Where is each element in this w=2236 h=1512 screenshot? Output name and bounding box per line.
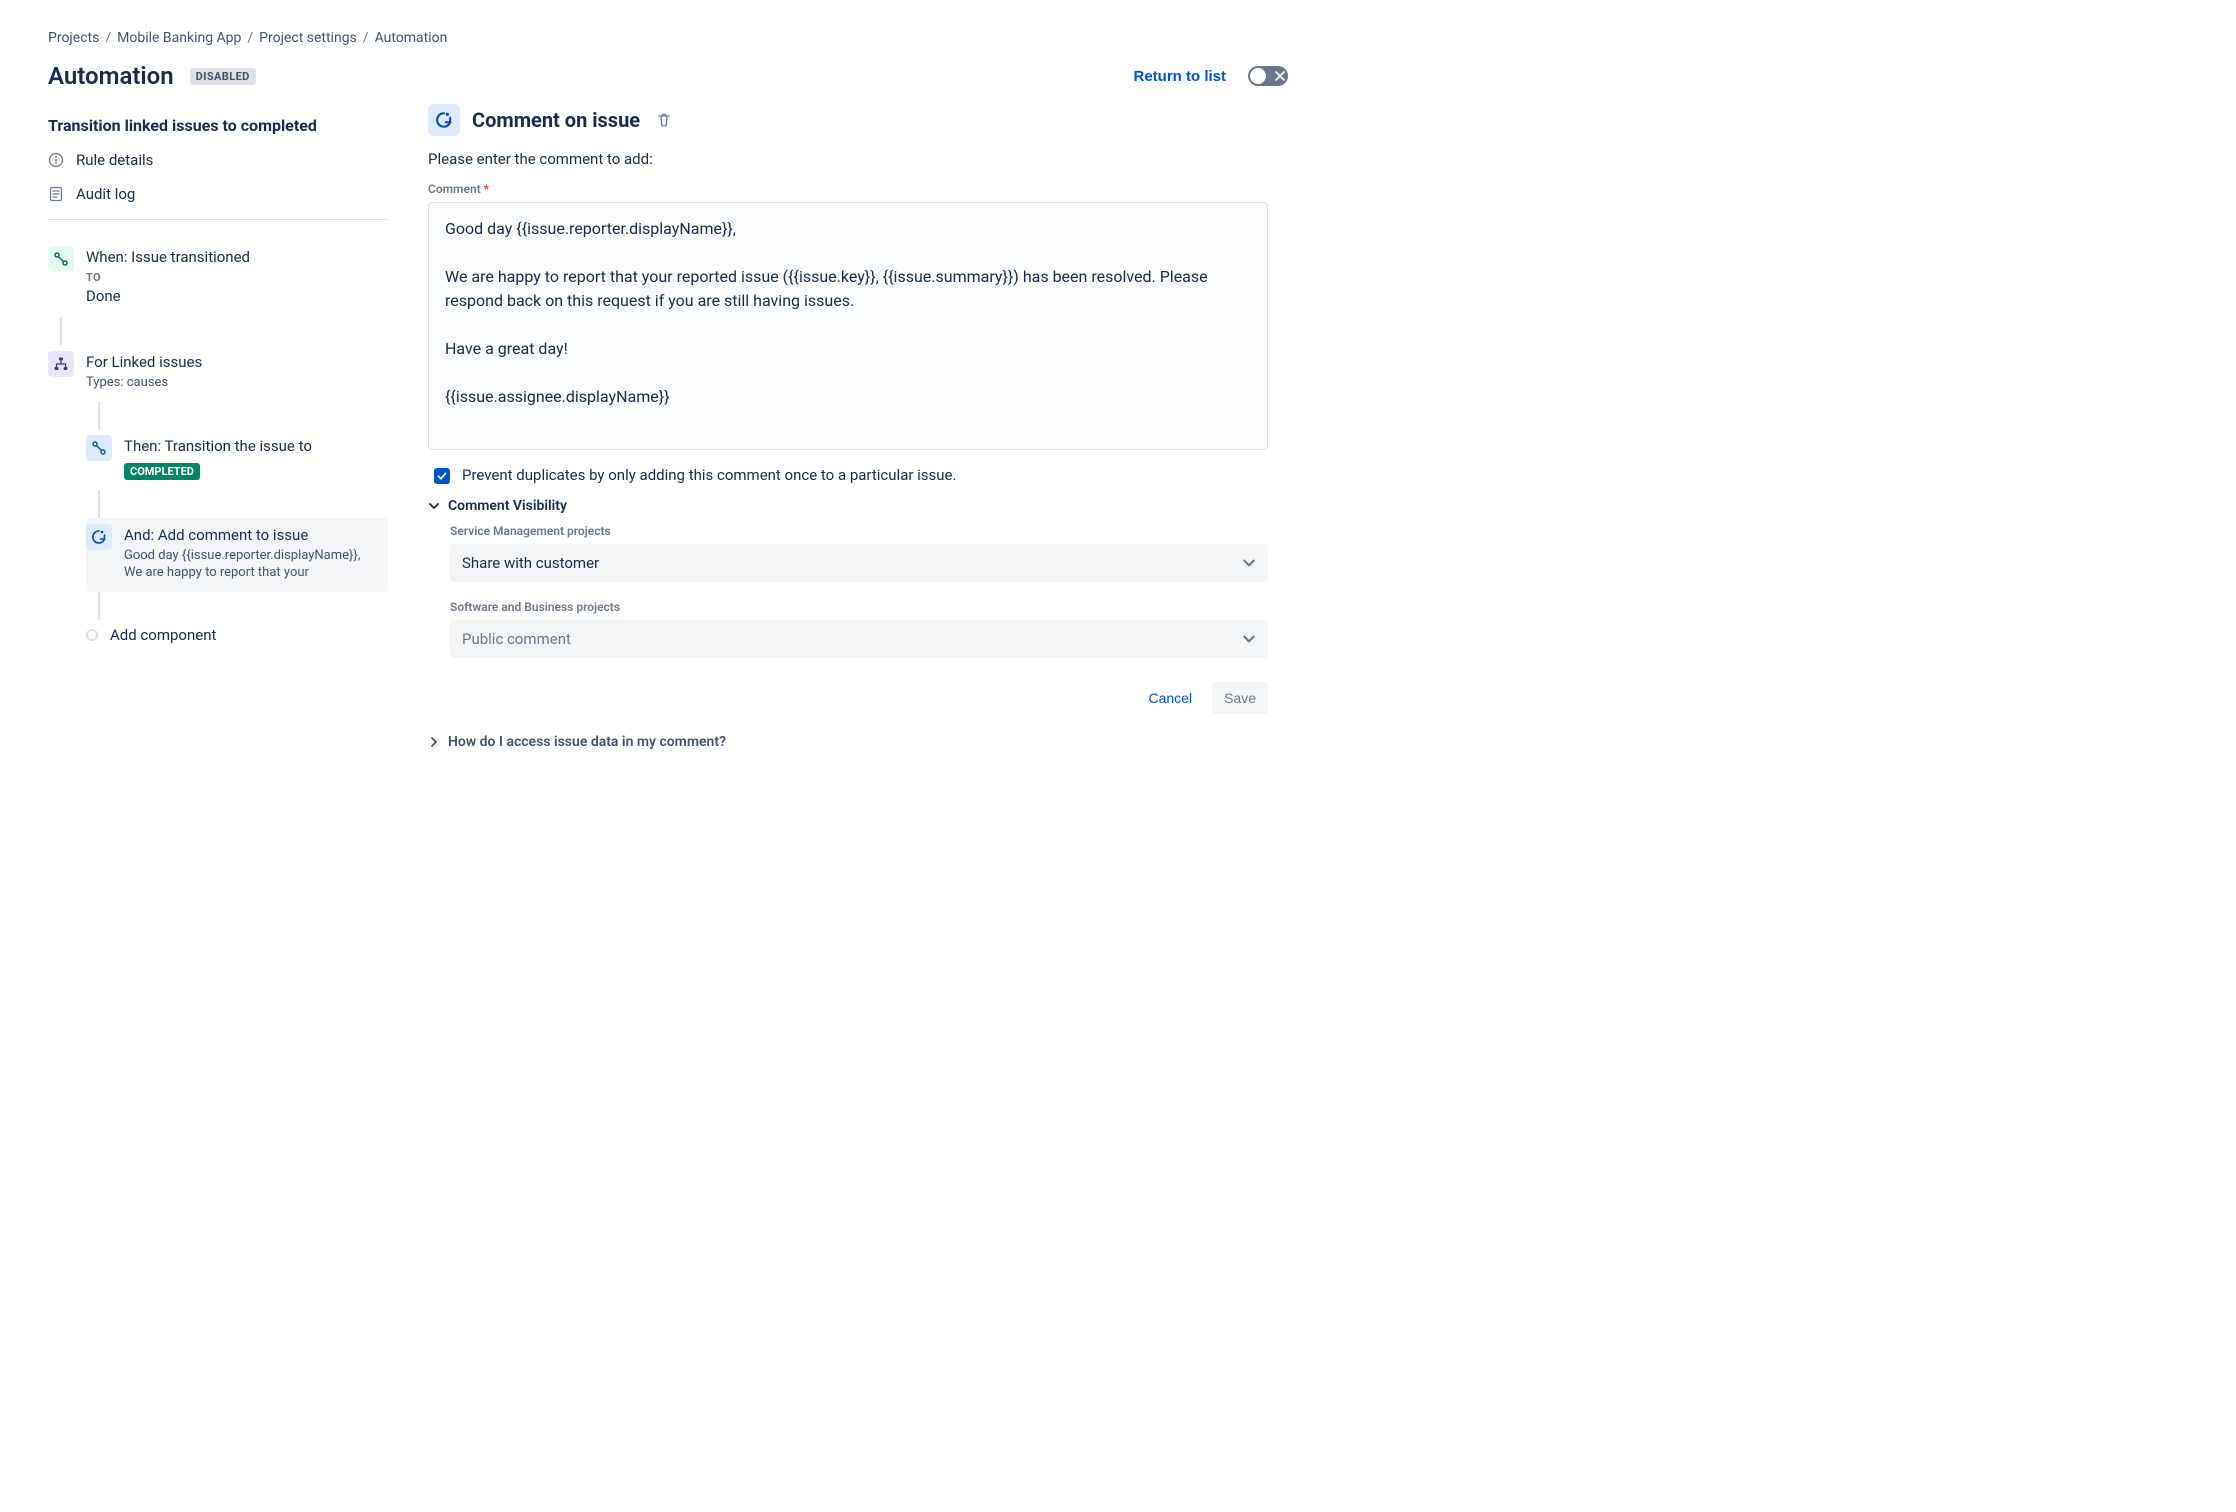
help-issue-data-toggle[interactable]: How do I access issue data in my comment…	[428, 734, 1268, 750]
chevron-down-icon	[1242, 556, 1256, 570]
comment-field-label: Comment *	[428, 182, 1268, 196]
breadcrumb-project[interactable]: Mobile Banking App	[117, 30, 241, 46]
step-title: For Linked issues	[86, 352, 380, 372]
add-component-label: Add component	[110, 626, 216, 644]
chevron-down-icon	[1242, 632, 1256, 646]
prevent-duplicates-label: Prevent duplicates by only adding this c…	[462, 466, 956, 484]
info-icon	[48, 152, 64, 168]
step-title: Then: Transition the issue to	[124, 436, 380, 456]
step-sub: Done	[86, 286, 380, 306]
select-value: Public comment	[462, 630, 571, 648]
visibility-sm-label: Service Management projects	[450, 524, 1268, 538]
breadcrumb-settings[interactable]: Project settings	[259, 30, 357, 46]
prevent-duplicates-checkbox[interactable]	[434, 468, 450, 484]
page-title: Automation	[48, 62, 174, 90]
save-button[interactable]: Save	[1212, 682, 1268, 714]
enable-rule-toggle[interactable]	[1248, 66, 1288, 86]
chevron-down-icon	[428, 500, 440, 512]
help-title: How do I access issue data in my comment…	[448, 734, 726, 750]
add-component-button[interactable]: Add component	[86, 626, 388, 644]
comment-panel-icon	[428, 104, 460, 136]
close-icon	[1275, 71, 1285, 81]
delete-component-button[interactable]	[652, 108, 676, 132]
sidebar-item-audit-log[interactable]: Audit log	[48, 177, 388, 211]
select-value: Share with customer	[462, 554, 599, 572]
comment-visibility-toggle[interactable]: Comment Visibility	[428, 498, 1268, 514]
rule-step-branch[interactable]: For Linked issues Types: causes	[48, 345, 388, 402]
status-lozenge: COMPLETED	[124, 463, 200, 480]
branch-icon	[48, 351, 74, 377]
step-sub: Types: causes	[86, 374, 380, 392]
breadcrumb: Projects/ Mobile Banking App/ Project se…	[48, 30, 1312, 46]
rule-step-transition[interactable]: Then: Transition the issue to COMPLETED	[86, 429, 388, 489]
helper-text: Please enter the comment to add:	[428, 150, 1268, 168]
panel-title: Comment on issue	[472, 108, 640, 132]
log-icon	[48, 186, 64, 202]
cancel-button[interactable]: Cancel	[1136, 682, 1204, 714]
status-badge: DISABLED	[190, 68, 256, 85]
return-to-list-link[interactable]: Return to list	[1128, 67, 1233, 86]
visibility-title: Comment Visibility	[448, 498, 567, 514]
visibility-sm-select[interactable]: Share with customer	[450, 544, 1268, 582]
step-title: And: Add comment to issue	[124, 525, 378, 545]
visibility-sw-select[interactable]: Public comment	[450, 620, 1268, 658]
step-title: When: Issue transitioned	[86, 247, 380, 267]
rule-step-trigger[interactable]: When: Issue transitioned TO Done	[48, 240, 388, 317]
breadcrumb-automation[interactable]: Automation	[375, 30, 448, 46]
visibility-sw-label: Software and Business projects	[450, 600, 1268, 614]
sidebar-item-label: Audit log	[76, 185, 135, 203]
rule-name: Transition linked issues to completed	[48, 116, 388, 135]
breadcrumb-projects[interactable]: Projects	[48, 30, 99, 46]
trigger-icon	[48, 246, 74, 272]
chevron-right-icon	[428, 736, 440, 748]
comment-input[interactable]: Good day {{issue.reporter.displayName}},…	[428, 202, 1268, 450]
step-sublabel: TO	[86, 271, 380, 284]
step-sub: Good day {{issue.reporter.displayName}},…	[124, 547, 378, 582]
add-dot-icon	[86, 629, 98, 641]
comment-action-icon	[86, 524, 112, 550]
rule-step-comment[interactable]: And: Add comment to issue Good day {{iss…	[86, 518, 388, 592]
sidebar-item-rule-details[interactable]: Rule details	[48, 143, 388, 177]
sidebar-item-label: Rule details	[76, 151, 153, 169]
transition-icon	[86, 435, 112, 461]
